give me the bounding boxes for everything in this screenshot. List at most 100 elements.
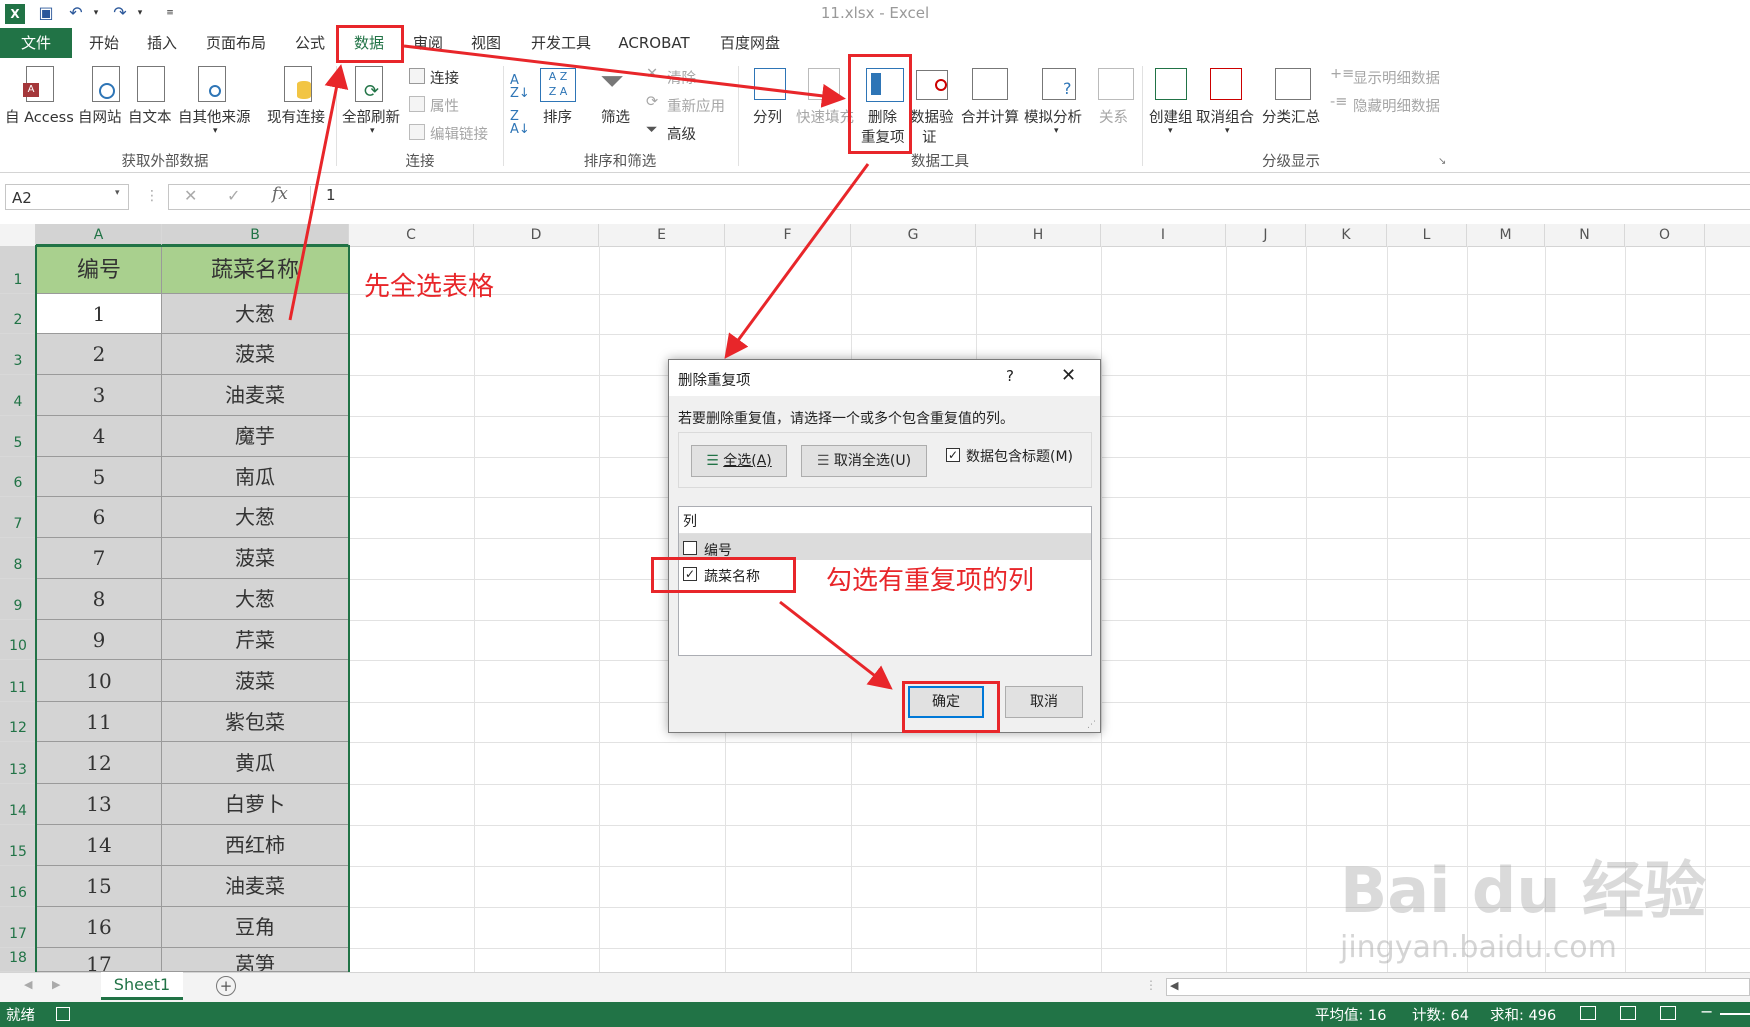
dropdown-arrow-icon[interactable]: ▾ [1225,126,1230,136]
table-cell-id[interactable]: 12 [37,742,162,784]
column-header-a[interactable]: A [36,224,162,246]
dropdown-arrow-icon[interactable]: ▾ [370,126,375,136]
table-cell-id[interactable]: 2 [37,334,162,375]
row-header[interactable]: 5 [0,416,36,457]
clear-filter-button[interactable]: 清除 [667,67,696,88]
column-header-f[interactable]: F [725,224,851,246]
edit-links-button[interactable]: 编辑链接 [430,123,488,144]
from-access-button[interactable]: 自 Access [5,106,74,127]
tab-formulas[interactable]: 公式 [290,28,330,58]
consolidate-button[interactable]: 合并计算 [961,106,1019,127]
tab-view[interactable]: 视图 [466,28,506,58]
resize-grip-icon[interactable]: ⋰ [1087,720,1096,730]
select-all-button[interactable]: ☰ 全选(A) [691,445,787,477]
dialog-launcher-icon[interactable]: ↘ [1438,156,1446,167]
from-text-button[interactable]: 自文本 [128,106,172,127]
horizontal-scrollbar[interactable] [1166,978,1750,996]
show-detail-button[interactable]: 显示明细数据 [1353,67,1440,88]
row-header[interactable]: 11 [0,660,36,702]
row-header[interactable]: 4 [0,375,36,416]
table-cell-vegetable[interactable]: 油麦菜 [162,866,348,907]
sort-button[interactable]: 排序 [543,106,572,127]
table-cell-vegetable[interactable]: 莴笋 [162,948,348,972]
refresh-all-button[interactable]: 全部刷新 [342,106,400,127]
group-button[interactable]: 创建组 [1149,106,1193,127]
row-header[interactable]: 18 [0,948,36,972]
has-headers-checkbox[interactable]: ✓ [946,448,960,462]
table-cell-id[interactable]: 17 [37,948,162,972]
column-header-d[interactable]: D [474,224,599,246]
table-cell-vegetable[interactable]: 菠菜 [162,538,348,579]
insert-function-icon[interactable]: fx [272,184,288,204]
what-if-analysis-button[interactable]: 模拟分析 [1024,106,1082,127]
zoom-out-icon[interactable]: − [1700,1002,1713,1021]
column-header-o[interactable]: O [1625,224,1705,246]
table-cell-id[interactable]: 4 [37,416,162,457]
column-checkbox-id[interactable] [683,541,697,555]
column-header-g[interactable]: G [851,224,976,246]
table-cell-vegetable[interactable]: 西红柿 [162,825,348,866]
table-cell-vegetable[interactable]: 菠菜 [162,334,348,375]
reapply-button[interactable]: 重新应用 [667,95,725,116]
table-cell-id[interactable]: 16 [37,907,162,948]
scroll-left-icon[interactable]: ◀ [1170,979,1178,992]
table-cell-id[interactable]: 9 [37,620,162,660]
sort-descending-icon[interactable]: Z A↓ [510,110,530,136]
properties-button[interactable]: 属性 [430,95,459,116]
tab-acrobat[interactable]: ACROBAT [612,28,696,58]
advanced-filter-button[interactable]: 高级 [667,123,696,144]
table-cell-id[interactable]: 7 [37,538,162,579]
table-cell-vegetable[interactable]: 南瓜 [162,457,348,497]
tab-review[interactable]: 审阅 [408,28,448,58]
show-detail-icon[interactable]: +≡ [1330,66,1354,82]
row-header[interactable]: 1 [0,246,36,294]
column-header-j[interactable]: J [1226,224,1306,246]
header-cell-b[interactable]: 蔬菜名称 [162,247,348,294]
clear-filter-icon[interactable]: ✕ [646,66,658,82]
row-header[interactable]: 7 [0,497,36,538]
tab-page-layout[interactable]: 页面布局 [204,28,268,58]
reapply-icon[interactable]: ⟳ [646,94,658,110]
filter-button[interactable]: 筛选 [601,106,630,127]
text-to-columns-button[interactable]: 分列 [753,106,782,127]
dialog-help-button[interactable]: ? [1006,367,1014,385]
table-cell-id[interactable]: 14 [37,825,162,866]
row-header[interactable]: 3 [0,334,36,375]
cancel-button[interactable]: 取消 [1005,686,1083,718]
scroll-sheet-right-icon[interactable]: ▶ [52,978,60,991]
column-header-k[interactable]: K [1306,224,1387,246]
from-web-button[interactable]: 自网站 [78,106,122,127]
hide-detail-icon[interactable]: -≡ [1330,94,1347,110]
table-cell-id[interactable]: 11 [37,702,162,742]
subtotal-button[interactable]: 分类汇总 [1262,106,1320,127]
row-header[interactable]: 13 [0,742,36,784]
row-header[interactable]: 17 [0,907,36,948]
table-cell-id[interactable]: 1 [37,294,162,334]
tab-home[interactable]: 开始 [84,28,124,58]
table-cell-vegetable[interactable]: 大葱 [162,294,348,334]
row-header[interactable]: 12 [0,702,36,742]
tab-baidu-netdisk[interactable]: 百度网盘 [715,28,785,58]
hide-detail-button[interactable]: 隐藏明细数据 [1353,95,1440,116]
dropdown-arrow-icon[interactable]: ▾ [1168,126,1173,136]
column-header-l[interactable]: L [1387,224,1467,246]
row-header[interactable]: 15 [0,825,36,866]
advanced-filter-icon[interactable]: ⏷ [646,122,658,138]
table-cell-vegetable[interactable]: 紫包菜 [162,702,348,742]
chevron-down-icon[interactable]: ▾ [115,188,120,198]
column-header-h[interactable]: H [976,224,1101,246]
table-cell-id[interactable]: 8 [37,579,162,620]
scroll-sheet-left-icon[interactable]: ◀ [24,978,32,991]
row-header[interactable]: 16 [0,866,36,907]
tab-file[interactable]: 文件 [0,28,72,58]
existing-connections-button[interactable]: 现有连接 [267,106,325,127]
column-header-b[interactable]: B [162,224,349,246]
row-header[interactable]: 8 [0,538,36,579]
table-cell-id[interactable]: 15 [37,866,162,907]
table-cell-id[interactable]: 6 [37,497,162,538]
ungroup-button[interactable]: 取消组合 [1196,106,1254,127]
dropdown-arrow-icon[interactable]: ▾ [1054,126,1059,136]
table-cell-vegetable[interactable]: 菠菜 [162,660,348,702]
table-cell-id[interactable]: 3 [37,375,162,416]
page-break-view-icon[interactable] [1660,1006,1676,1020]
